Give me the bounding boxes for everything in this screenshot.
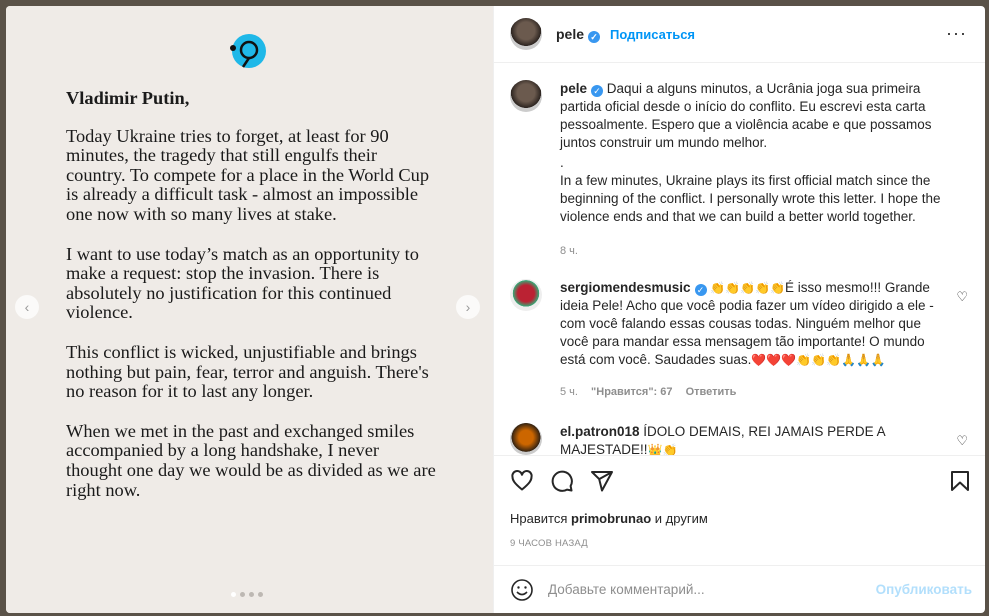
- caption-text-en: In a few minutes, Ukraine plays its firs…: [560, 173, 941, 224]
- comment: sergiomendesmusic ✓ 👏👏👏👏👏É isso mesmo!!! …: [510, 279, 970, 401]
- share-icon[interactable]: [590, 469, 614, 493]
- comment-emoji: ❤️❤️❤️👏👏👏🙏🙏🙏: [751, 353, 886, 367]
- caption: pele ✓ Daqui a alguns minutos, a Ucrânia …: [510, 80, 970, 260]
- comment-likes-button[interactable]: "Нравится": 67: [591, 386, 672, 398]
- carousel-dot: [231, 592, 236, 597]
- follow-button[interactable]: Подписаться: [610, 27, 695, 42]
- comment-like-heart-icon[interactable]: ♡: [956, 433, 968, 449]
- letter-paragraph: I want to use today’s match as an opport…: [66, 243, 419, 323]
- author-username[interactable]: pele ✓: [556, 26, 601, 43]
- carousel-dot: [258, 592, 263, 597]
- post-image: Vladimir Putin, Today Ukraine tries to f…: [6, 6, 493, 613]
- comment-input[interactable]: [548, 582, 868, 597]
- emoji-icon[interactable]: [510, 578, 534, 602]
- publish-button[interactable]: Опубликовать: [876, 582, 972, 597]
- reply-button[interactable]: Ответить: [686, 386, 737, 398]
- comment-emoji: 👑👏: [647, 443, 678, 455]
- caption-time: 8 ч.: [560, 245, 578, 257]
- chevron-left-icon: ‹: [24, 299, 30, 315]
- chevron-right-icon: ›: [465, 299, 471, 315]
- carousel-dot: [240, 592, 245, 597]
- post-actions: Нравится primobrunao и другим 9 ЧАСОВ НА…: [494, 455, 985, 565]
- carousel-dot: [249, 592, 254, 597]
- bookmark-icon[interactable]: [948, 469, 972, 493]
- caption-separator: .: [560, 155, 564, 170]
- likes-summary: Нравится primobrunao и другим: [510, 511, 708, 526]
- verified-badge-icon: ✓: [694, 284, 707, 296]
- comment-meta: 5 ч. "Нравится": 67 Ответить: [560, 383, 950, 401]
- add-comment-bar: Опубликовать: [494, 565, 985, 613]
- caption-username[interactable]: pele: [560, 81, 587, 96]
- verified-badge-icon: ✓: [588, 30, 601, 43]
- avatar[interactable]: [510, 18, 542, 50]
- pele-logo-icon: [230, 34, 266, 68]
- letter-body: Vladimir Putin, Today Ukraine tries to f…: [66, 88, 436, 520]
- caption-text-pt: Daqui a alguns minutos, a Ucrânia joga s…: [560, 81, 932, 150]
- comment-emoji: 👏👏👏👏👏: [710, 281, 786, 295]
- comment-like-heart-icon[interactable]: ♡: [956, 289, 968, 305]
- comment-username[interactable]: el.patron018: [560, 424, 640, 439]
- comment-icon[interactable]: [550, 469, 574, 493]
- comments-list[interactable]: pele ✓ Daqui a alguns minutos, a Ucrânia …: [494, 64, 985, 455]
- carousel-prev-button[interactable]: ‹: [15, 295, 39, 319]
- carousel-next-button[interactable]: ›: [456, 295, 480, 319]
- letter-greeting: Vladimir Putin,: [66, 88, 190, 108]
- carousel-indicator: [231, 592, 263, 597]
- avatar[interactable]: [510, 423, 542, 455]
- letter-paragraph: When we met in the past and exchanged sm…: [66, 420, 436, 500]
- verified-badge-icon: ✓: [591, 85, 604, 97]
- post-panel: pele ✓ Подписаться ··· pele ✓ Daqui a algu…: [493, 6, 985, 613]
- letter-paragraph: This conflict is wicked, unjustifiable a…: [66, 341, 429, 402]
- post-header: pele ✓ Подписаться ···: [494, 6, 985, 63]
- letter-paragraph: Today Ukraine tries to forget, at least …: [66, 125, 430, 224]
- more-options-button[interactable]: ···: [946, 23, 967, 44]
- comment-username[interactable]: sergiomendesmusic: [560, 280, 691, 295]
- avatar[interactable]: [510, 80, 542, 112]
- liked-by-user[interactable]: primobrunao: [571, 511, 651, 526]
- post-time: 9 ЧАСОВ НАЗАД: [510, 538, 588, 549]
- like-heart-icon[interactable]: [510, 469, 534, 493]
- post-modal: Vladimir Putin, Today Ukraine tries to f…: [6, 6, 985, 613]
- avatar[interactable]: [510, 279, 542, 311]
- comment: el.patron018 ÍDOLO DEMAIS, REI JAMAIS PE…: [510, 423, 970, 455]
- comment-time: 5 ч.: [560, 386, 578, 398]
